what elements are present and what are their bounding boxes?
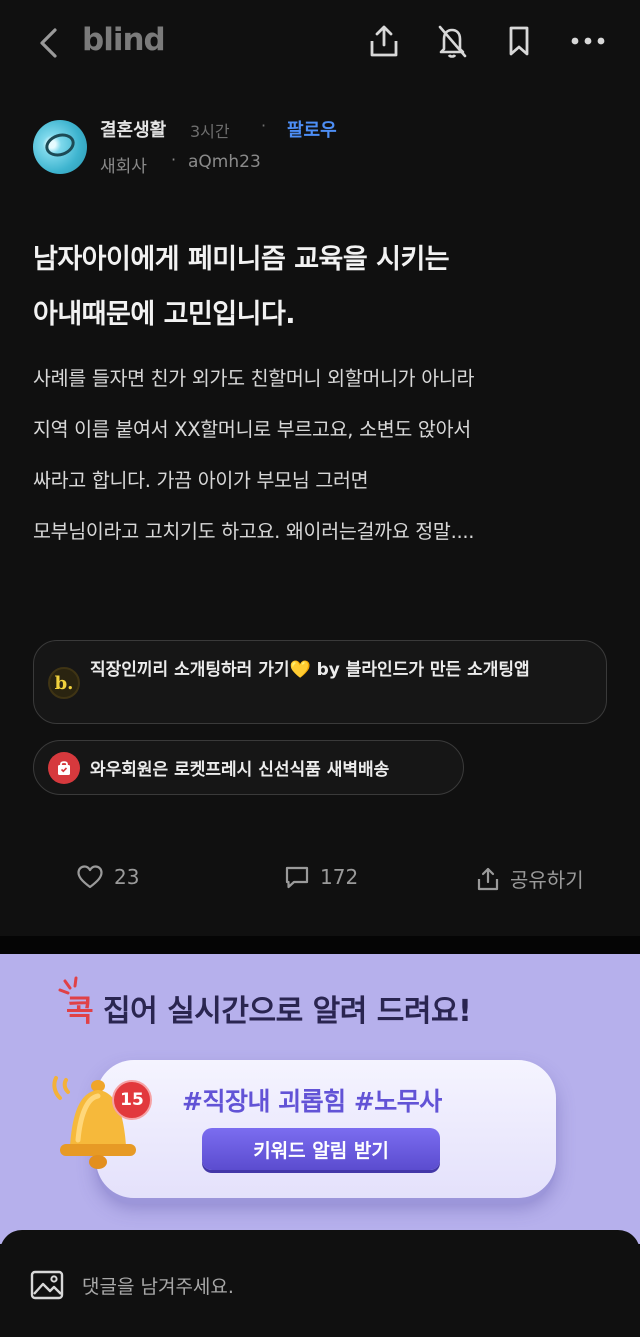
- shopping-bag-icon: [48, 752, 80, 784]
- post-body-line: 사례를 들자면 친가 외가도 친할머니 외할머니가 아니라: [33, 367, 475, 390]
- bookmark-icon[interactable]: [501, 22, 537, 60]
- post-title-line: 남자아이에게 페미니즘 교육을 시키는: [33, 244, 450, 275]
- share-icon: [477, 867, 499, 890]
- post-body-line: 싸라고 합니다. 가끔 아이가 부모님 그러면: [33, 469, 369, 492]
- image-attach-icon[interactable]: [30, 1270, 64, 1300]
- author-handle: aQmh23: [188, 152, 261, 172]
- section-divider: [0, 936, 640, 954]
- ad-link-blind-dating[interactable]: b. 직장인끼리 소개팅하러 가기💛 by 블라인드가 만든 소개팅앱: [33, 640, 607, 724]
- back-icon[interactable]: [36, 26, 62, 60]
- comment-bar: 댓글을 남겨주세요.: [0, 1230, 640, 1337]
- ad-link-text: 와우회원은 로켓프레시 신선식품 새벽배송: [90, 760, 390, 780]
- post-title-line: 아내때문에 고민입니다.: [33, 299, 296, 330]
- share-label: 공유하기: [510, 868, 584, 892]
- post-actions: 23 172 공유하기: [0, 858, 640, 902]
- avatar[interactable]: [33, 120, 87, 174]
- blind-b-icon: b.: [48, 667, 80, 699]
- post-time: 3시간: [190, 122, 230, 141]
- author-info: 결혼생활 3시간 · 팔로우 새회사 · aQmh23: [33, 116, 593, 180]
- comment-icon: [285, 866, 309, 889]
- post-body-line: 모부님이라고 고치기도 하고요. 왜이러는걸까요 정말....: [33, 520, 475, 543]
- comment-count: 172: [320, 865, 359, 889]
- ad-link-rocket-fresh[interactable]: 와우회원은 로켓프레시 신선식품 새벽배송: [33, 740, 464, 795]
- keyword-alert-button[interactable]: 키워드 알림 받기: [202, 1128, 440, 1170]
- post-body-line: 지역 이름 붙여서 XX할머니로 부르고요, 소변도 앉아서: [33, 418, 471, 441]
- keyword-alert-banner[interactable]: 콕 집어 실시간으로 알려 드려요! 15 #직장내 괴롭힘 #노무사 키워드 …: [0, 954, 640, 1244]
- post-title: 남자아이에게 페미니즘 교육을 시키는 아내때문에 고민입니다.: [33, 232, 613, 342]
- banner-headline: 콕 집어 실시간으로 알려 드려요!: [66, 986, 472, 1030]
- comment-input[interactable]: 댓글을 남겨주세요.: [82, 1272, 234, 1299]
- heart-icon: [77, 865, 103, 889]
- author-name[interactable]: 결혼생활: [100, 116, 166, 142]
- like-button[interactable]: 23: [76, 864, 139, 890]
- ad-link-text: 직장인끼리 소개팅하러 가기💛 by 블라인드가 만든 소개팅앱: [90, 660, 530, 680]
- share-button[interactable]: 공유하기: [476, 864, 584, 893]
- headline-accent: 콕: [66, 994, 94, 1029]
- like-count: 23: [114, 865, 140, 889]
- top-bar: blind: [0, 0, 640, 86]
- separator-dot: ·: [171, 150, 177, 169]
- separator-dot: ·: [261, 116, 267, 135]
- notification-count-badge: 15: [112, 1080, 152, 1120]
- blind-logo[interactable]: blind: [82, 22, 166, 58]
- notification-off-icon[interactable]: [434, 22, 470, 60]
- follow-button[interactable]: 팔로우: [287, 116, 337, 142]
- author-company: 새회사: [100, 157, 147, 177]
- post-body: 사례를 들자면 친가 외가도 친할머니 외할머니가 아니라 지역 이름 붙여서 …: [33, 353, 618, 557]
- headline-text: 집어 실시간으로 알려 드려요!: [93, 994, 472, 1029]
- more-icon[interactable]: [568, 22, 608, 60]
- banner-keyword-tags: #직장내 괴롭힘 #노무사: [182, 1087, 442, 1116]
- share-icon[interactable]: [366, 22, 402, 60]
- comment-button[interactable]: 172: [284, 864, 358, 890]
